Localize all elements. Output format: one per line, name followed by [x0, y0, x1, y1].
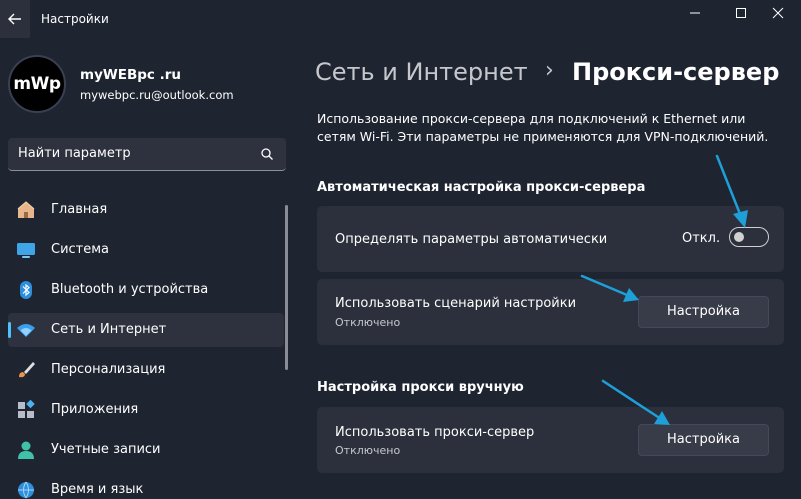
apps-icon — [18, 400, 35, 418]
sidebar-item-network[interactable]: Сеть и Интернет — [8, 313, 284, 347]
globe-icon — [18, 481, 34, 499]
toggle-knob — [734, 232, 744, 242]
toggle-state-label: Откл. — [682, 231, 721, 246]
avatar[interactable]: mWp — [8, 55, 66, 113]
title-bar: Настройки — [0, 0, 801, 40]
auto-section-header: Автоматическая настройка прокси-сервера — [317, 180, 646, 195]
avatar-logo-text: mWp — [13, 74, 61, 94]
close-icon — [772, 7, 784, 19]
bluetooth-icon — [20, 281, 32, 299]
system-icon — [17, 243, 35, 258]
search-input[interactable] — [18, 146, 248, 161]
account-icon — [18, 441, 34, 459]
minimize-button[interactable] — [672, 0, 718, 28]
home-icon — [17, 201, 35, 218]
use-proxy-title: Использовать прокси-сервер — [335, 425, 535, 440]
breadcrumb-separator: › — [545, 58, 554, 83]
sidebar-item-label: Главная — [51, 202, 108, 217]
page-title: Прокси-сервер — [572, 58, 780, 86]
sidebar-item-home[interactable]: Главная — [8, 193, 284, 227]
sidebar-item-apps[interactable]: Приложения — [8, 393, 284, 427]
sidebar-item-personalization[interactable]: Персонализация — [8, 353, 284, 387]
use-proxy-button[interactable]: Настройка — [638, 424, 769, 456]
wifi-icon — [17, 324, 35, 337]
minimize-icon — [690, 12, 700, 14]
sidebar-item-label: Учетные записи — [51, 442, 161, 457]
sidebar-item-accounts[interactable]: Учетные записи — [8, 433, 284, 467]
setup-script-button[interactable]: Настройка — [638, 296, 769, 328]
page-description: Использование прокси-сервера для подключ… — [317, 111, 769, 144]
back-arrow-icon — [8, 13, 21, 25]
sidebar-item-label: Время и язык — [51, 482, 144, 497]
sidebar-item-label: Система — [51, 242, 110, 257]
detect-settings-card: Определять параметры автоматически Откл. — [317, 206, 784, 272]
breadcrumb-parent-link[interactable]: Сеть и Интернет — [315, 58, 528, 86]
app-title: Настройки — [41, 12, 109, 26]
sidebar-item-label: Bluetooth и устройства — [51, 282, 209, 297]
detect-settings-title: Определять параметры автоматически — [335, 232, 608, 247]
sidebar-item-label: Приложения — [51, 402, 139, 417]
manual-section-header: Настройка прокси вручную — [317, 380, 524, 395]
brush-icon — [19, 362, 35, 378]
setup-script-card: Использовать сценарий настройки Отключен… — [317, 279, 784, 345]
sidebar-item-label: Сеть и Интернет — [51, 322, 167, 337]
back-button[interactable] — [0, 0, 30, 38]
search-box — [8, 138, 286, 171]
user-name: myWEBpc .ru — [80, 67, 182, 83]
use-proxy-card: Использовать прокси-сервер Отключено Нас… — [317, 407, 784, 473]
maximize-icon — [736, 8, 746, 18]
sidebar-item-system[interactable]: Система — [8, 233, 284, 267]
sidebar-scrollbar[interactable] — [285, 205, 288, 370]
search-icon[interactable] — [260, 147, 274, 161]
setup-script-title: Использовать сценарий настройки — [335, 296, 577, 311]
close-button[interactable] — [755, 0, 801, 28]
setup-script-status: Отключено — [335, 316, 401, 329]
settings-window: Настройки mWp myWEBpc .ru mywebpc.ru@out… — [0, 0, 801, 499]
sidebar-item-label: Персонализация — [51, 362, 166, 377]
user-email: mywebpc.ru@outlook.com — [80, 88, 234, 102]
active-indicator — [8, 322, 11, 338]
auto-detect-toggle[interactable] — [729, 227, 769, 247]
sidebar-item-time-language[interactable]: Время и язык — [8, 473, 284, 499]
sidebar-item-bluetooth[interactable]: Bluetooth и устройства — [8, 273, 284, 307]
use-proxy-status: Отключено — [335, 444, 401, 457]
